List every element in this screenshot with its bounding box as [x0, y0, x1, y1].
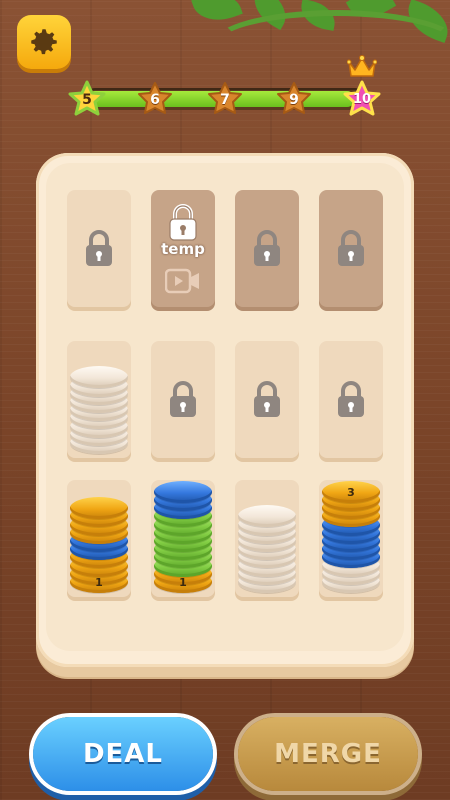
goal-level-label: 10: [352, 92, 372, 107]
stack-slot[interactable]: [67, 341, 131, 458]
crown-icon: [346, 54, 378, 78]
stack-count-label: 3: [347, 485, 355, 499]
goal-level-star: 10: [343, 80, 381, 118]
gear-icon: [31, 29, 57, 55]
stack-slot[interactable]: 1: [151, 480, 215, 597]
milestone-star: 7: [206, 80, 244, 118]
settings-button[interactable]: [17, 15, 71, 69]
locked-slot[interactable]: [235, 190, 299, 307]
lock-icon: [335, 228, 367, 268]
current-level-star: 5: [68, 80, 106, 118]
stack-count-label: 1: [95, 576, 103, 589]
stack-slot[interactable]: 1: [67, 480, 131, 597]
milestone-star: 9: [275, 80, 313, 118]
locked-slot[interactable]: [319, 341, 383, 458]
lock-icon: [335, 379, 367, 419]
locked-slot[interactable]: [67, 190, 131, 307]
current-level-label: 5: [82, 92, 92, 108]
milestone-star: 6: [136, 80, 174, 118]
merge-button-label: MERGE: [274, 739, 382, 769]
stack-count-label: 1: [179, 576, 187, 589]
locked-slot[interactable]: [151, 341, 215, 458]
milestone-label: 6: [150, 92, 160, 108]
lock-icon: [167, 202, 199, 242]
lock-icon: [251, 379, 283, 419]
merge-button[interactable]: MERGE: [238, 717, 418, 791]
locked-slot[interactable]: [235, 341, 299, 458]
deal-button[interactable]: DEAL: [33, 717, 213, 791]
stack-slot[interactable]: 3: [319, 480, 383, 597]
milestone-label: 9: [289, 92, 299, 108]
milestone-label: 7: [220, 92, 230, 108]
locked-slot[interactable]: temp: [151, 190, 215, 307]
video-ad-icon: [164, 268, 201, 294]
temp-slot-label: temp: [161, 240, 205, 258]
lock-icon: [83, 228, 115, 268]
blue-chip: [154, 480, 212, 503]
lock-icon: [251, 228, 283, 268]
stack-slot[interactable]: [235, 480, 299, 597]
locked-slot[interactable]: [319, 190, 383, 307]
lock-icon: [167, 379, 199, 419]
deal-button-label: DEAL: [82, 739, 164, 769]
